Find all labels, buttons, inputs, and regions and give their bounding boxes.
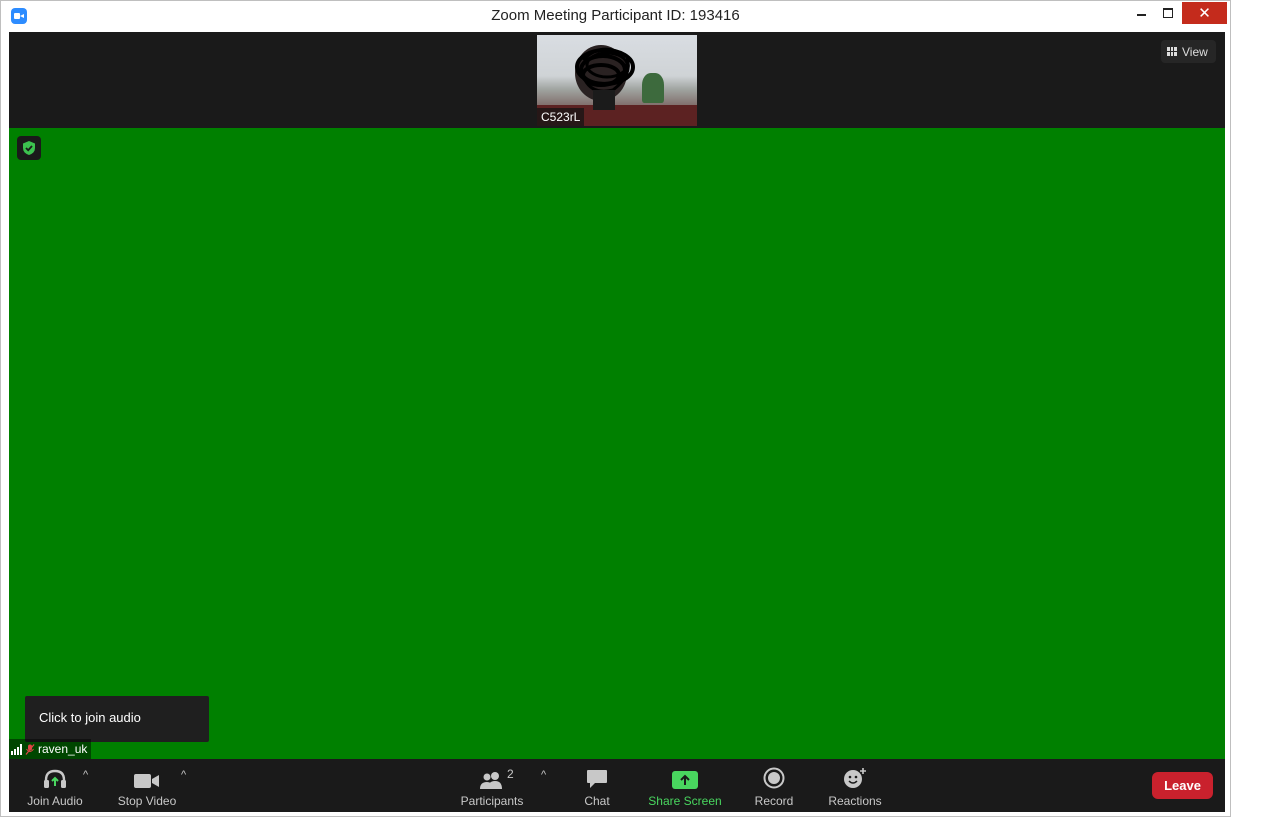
- active-speaker-stage: Click to join audio raven_uk: [9, 128, 1225, 759]
- participants-count: 2: [507, 767, 514, 781]
- close-button[interactable]: ✕: [1182, 2, 1227, 24]
- record-button[interactable]: Record: [751, 759, 797, 812]
- view-button-label: View: [1182, 44, 1208, 59]
- encryption-shield-icon[interactable]: [17, 136, 41, 160]
- maximize-button[interactable]: [1155, 2, 1181, 24]
- minimize-button[interactable]: [1128, 2, 1154, 24]
- share-screen-label: Share Screen: [648, 794, 722, 808]
- chat-label: Chat: [584, 794, 610, 808]
- signal-strength-icon: [11, 743, 22, 755]
- join-audio-button[interactable]: Join Audio: [25, 759, 85, 812]
- participants-icon: [480, 772, 502, 789]
- reactions-emoji-icon: [844, 768, 866, 788]
- mic-muted-icon: [25, 743, 35, 755]
- join-audio-tooltip: Click to join audio: [25, 696, 209, 742]
- view-button[interactable]: View: [1161, 40, 1216, 63]
- participants-label: Participants: [460, 794, 524, 808]
- leave-button[interactable]: Leave: [1152, 772, 1213, 799]
- participants-options-caret[interactable]: ^: [541, 769, 546, 781]
- chat-button[interactable]: Chat: [577, 759, 617, 812]
- record-icon: [763, 767, 785, 789]
- title-bar: Zoom Meeting Participant ID: 193416 ✕: [1, 1, 1230, 31]
- audio-options-caret[interactable]: ^: [83, 769, 88, 781]
- video-options-caret[interactable]: ^: [181, 769, 186, 781]
- participant-video-thumbnail[interactable]: C523rL: [537, 35, 697, 126]
- reactions-button[interactable]: Reactions: [825, 759, 885, 812]
- participant-name-label: C523rL: [537, 108, 585, 126]
- self-name: raven_uk: [38, 742, 88, 756]
- chat-bubble-icon: [587, 770, 607, 788]
- meeting-area: C523rL View Click to join audio raven_uk…: [9, 32, 1225, 812]
- close-icon: ✕: [1198, 5, 1211, 22]
- grid-view-icon: [1167, 47, 1177, 56]
- share-screen-button[interactable]: Share Screen: [647, 759, 723, 812]
- zoom-window: Zoom Meeting Participant ID: 193416 ✕ C5…: [0, 0, 1231, 817]
- background-plant: [642, 73, 664, 103]
- window-title: Zoom Meeting Participant ID: 193416: [491, 7, 740, 24]
- stop-video-label: Stop Video: [117, 794, 177, 808]
- record-label: Record: [754, 794, 794, 808]
- headphones-icon: [44, 769, 66, 788]
- video-camera-icon: [134, 774, 159, 788]
- participants-button[interactable]: Participants 2: [457, 759, 527, 812]
- meeting-toolbar: Join Audio ^ Stop Video ^ Participants 2…: [9, 759, 1225, 812]
- stop-video-button[interactable]: Stop Video: [115, 759, 179, 812]
- self-video-label: raven_uk: [9, 739, 92, 759]
- join-audio-label: Join Audio: [27, 794, 83, 808]
- share-screen-icon: [672, 771, 698, 789]
- gallery-strip: C523rL View: [9, 32, 1225, 128]
- reactions-label: Reactions: [828, 794, 882, 808]
